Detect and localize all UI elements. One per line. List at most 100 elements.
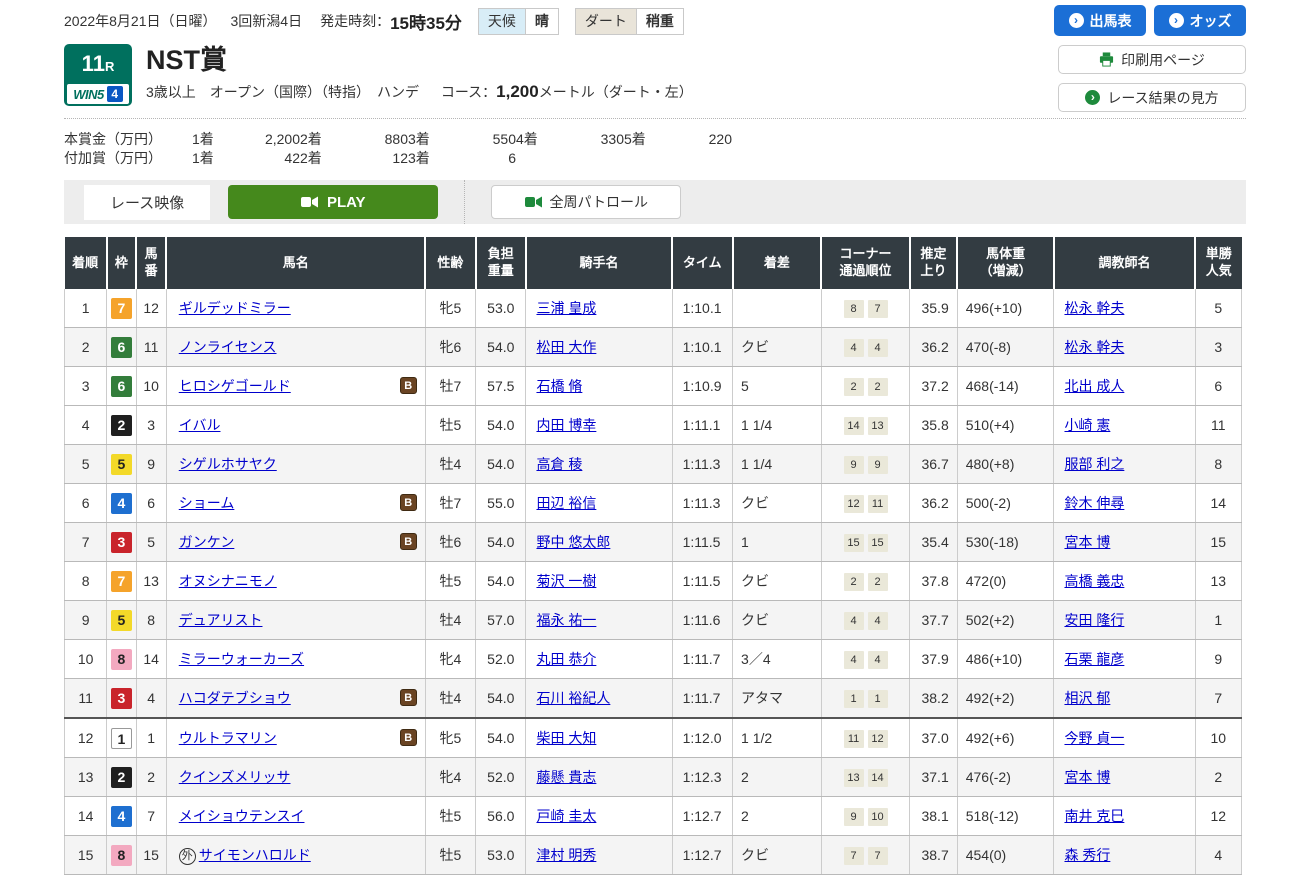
horse-name-link[interactable]: ギルデッドミラー: [179, 300, 291, 316]
corner-position: 1: [844, 690, 864, 708]
trainer-link[interactable]: 鈴木 伸尋: [1064, 495, 1124, 511]
result-guide-button[interactable]: レース結果の見方: [1058, 83, 1246, 112]
page-title: NST賞: [146, 44, 693, 76]
time-cell: 1:11.5: [672, 523, 732, 562]
jockey-link[interactable]: 田辺 裕信: [536, 495, 596, 511]
corner-position: 13: [844, 769, 864, 787]
rank-cell: 1: [65, 289, 107, 328]
race-date: 2022年8月21日（日曜）: [64, 11, 217, 31]
odds-button-label: オッズ: [1190, 11, 1232, 31]
horse-name-link[interactable]: ヒロシゲゴールド: [179, 378, 291, 394]
corner-position: 12: [868, 730, 888, 748]
jockey-link[interactable]: 柴田 大知: [536, 730, 596, 746]
body-weight-cell: 510(+4): [957, 406, 1054, 445]
trainer-link[interactable]: 安田 隆行: [1064, 612, 1124, 628]
horse-name-link[interactable]: クインズメリッサ: [179, 769, 291, 785]
jockey-link[interactable]: 福永 祐一: [536, 612, 596, 628]
corner-cell: 22: [821, 562, 910, 601]
divider: [64, 118, 1246, 119]
entries-button[interactable]: 出馬表: [1054, 5, 1146, 36]
trainer-link[interactable]: 松永 幹夫: [1064, 300, 1124, 316]
jockey-cell: 菊沢 一樹: [526, 562, 672, 601]
horse-name-link[interactable]: サイモンハロルド: [199, 847, 311, 863]
horse-name-link[interactable]: ハコダテブショウ: [179, 690, 291, 706]
waku-badge: 2: [111, 767, 132, 788]
waku-cell: 4: [107, 797, 136, 836]
jockey-link[interactable]: 戸崎 圭太: [536, 808, 596, 824]
horse-name-link[interactable]: メイショウテンスイ: [179, 808, 305, 824]
jockey-cell: 田辺 裕信: [526, 484, 672, 523]
corner-position: 2: [844, 378, 864, 396]
jockey-link[interactable]: 内田 博幸: [536, 417, 596, 433]
jockey-link[interactable]: 石橋 脩: [536, 378, 582, 394]
trainer-cell: 高橋 義忠: [1054, 562, 1195, 601]
table-row: 646Bショーム牡755.0田辺 裕信1:11.3クビ121136.2500(-…: [65, 484, 1242, 523]
prize-place: 2着: [300, 148, 348, 168]
weight-cell: 57.0: [476, 601, 526, 640]
trainer-link[interactable]: 森 秀行: [1064, 847, 1110, 863]
jockey-link[interactable]: 野中 悠太郎: [536, 534, 610, 550]
track-condition-badge: ダート 稍重: [575, 8, 684, 35]
trainer-link[interactable]: 宮本 博: [1064, 534, 1110, 550]
margin-cell: 1 1/4: [733, 406, 822, 445]
jockey-link[interactable]: 高倉 稜: [536, 456, 582, 472]
corner-position: 4: [844, 651, 864, 669]
prize-place: 5着: [624, 129, 672, 149]
horse-name-link[interactable]: イバル: [179, 417, 221, 433]
horse-name-link[interactable]: ノンライセンス: [179, 339, 277, 355]
play-video-button[interactable]: PLAY: [228, 185, 438, 219]
corner-cell: 1314: [821, 758, 910, 797]
jockey-link[interactable]: 菊沢 一樹: [536, 573, 596, 589]
race-conditions-text: 3歳以上 オープン（国際）（特指） ハンデ: [146, 84, 419, 100]
horse-name-link[interactable]: オヌシナニモノ: [179, 573, 277, 589]
corner-cell: 1211: [821, 484, 910, 523]
time-cell: 1:11.7: [672, 679, 732, 719]
trainer-link[interactable]: 高橋 義忠: [1064, 573, 1124, 589]
waku-badge: 1: [111, 728, 132, 749]
jockey-link[interactable]: 丸田 恭介: [536, 651, 596, 667]
waku-cell: 2: [107, 758, 136, 797]
results-table-body: 1712ギルデッドミラー牝553.0三浦 皇成1:10.18735.9496(+…: [65, 289, 1242, 875]
table-row: 15815外サイモンハロルド牡553.0津村 明秀1:12.7クビ7738.74…: [65, 836, 1242, 875]
horse-name-link[interactable]: シゲルホサヤク: [179, 456, 277, 472]
time-cell: 1:10.1: [672, 289, 732, 328]
last-3f-cell: 35.4: [910, 523, 957, 562]
odds-button[interactable]: オッズ: [1154, 5, 1246, 36]
print-page-button[interactable]: 印刷用ページ: [1058, 45, 1246, 74]
col-header-rank: 着順: [65, 237, 107, 289]
trainer-link[interactable]: 南井 克巳: [1064, 808, 1124, 824]
trainer-link[interactable]: 松永 幹夫: [1064, 339, 1124, 355]
jockey-link[interactable]: 石川 裕紀人: [536, 690, 610, 706]
trainer-link[interactable]: 小崎 憲: [1064, 417, 1110, 433]
rank-cell: 8: [65, 562, 107, 601]
rank-cell: 10: [65, 640, 107, 679]
trainer-link[interactable]: 北出 成人: [1064, 378, 1124, 394]
jockey-link[interactable]: 津村 明秀: [536, 847, 596, 863]
corner-cell: 87: [821, 289, 910, 328]
horse-name-link[interactable]: デュアリスト: [179, 612, 263, 628]
jockey-link[interactable]: 松田 大作: [536, 339, 596, 355]
trainer-link[interactable]: 服部 利之: [1064, 456, 1124, 472]
horse-name-link[interactable]: ショーム: [179, 495, 235, 511]
prize-place: 1着: [192, 148, 240, 168]
trainer-link[interactable]: 石栗 龍彦: [1064, 651, 1124, 667]
trainer-link[interactable]: 今野 貞一: [1064, 730, 1124, 746]
horse-number-cell: 11: [136, 328, 166, 367]
horse-name-link[interactable]: ミラーウォーカーズ: [179, 651, 304, 667]
corner-cell: 1515: [821, 523, 910, 562]
trainer-link[interactable]: 相沢 郁: [1064, 690, 1110, 706]
waku-badge: 2: [111, 415, 132, 436]
jockey-link[interactable]: 三浦 皇成: [536, 300, 596, 316]
weight-cell: 52.0: [476, 640, 526, 679]
trainer-cell: 相沢 郁: [1054, 679, 1195, 719]
horse-number-cell: 9: [136, 445, 166, 484]
trainer-link[interactable]: 宮本 博: [1064, 769, 1110, 785]
jockey-link[interactable]: 藤懸 貴志: [536, 769, 596, 785]
last-3f-cell: 37.7: [910, 601, 957, 640]
jockey-cell: 松田 大作: [526, 328, 672, 367]
jockey-cell: 戸崎 圭太: [526, 797, 672, 836]
horse-name-link[interactable]: ウルトラマリン: [179, 730, 277, 746]
patrol-video-button[interactable]: 全周パトロール: [491, 185, 681, 219]
horse-name-link[interactable]: ガンケン: [179, 534, 235, 550]
horse-name-cell: ギルデッドミラー: [166, 289, 425, 328]
